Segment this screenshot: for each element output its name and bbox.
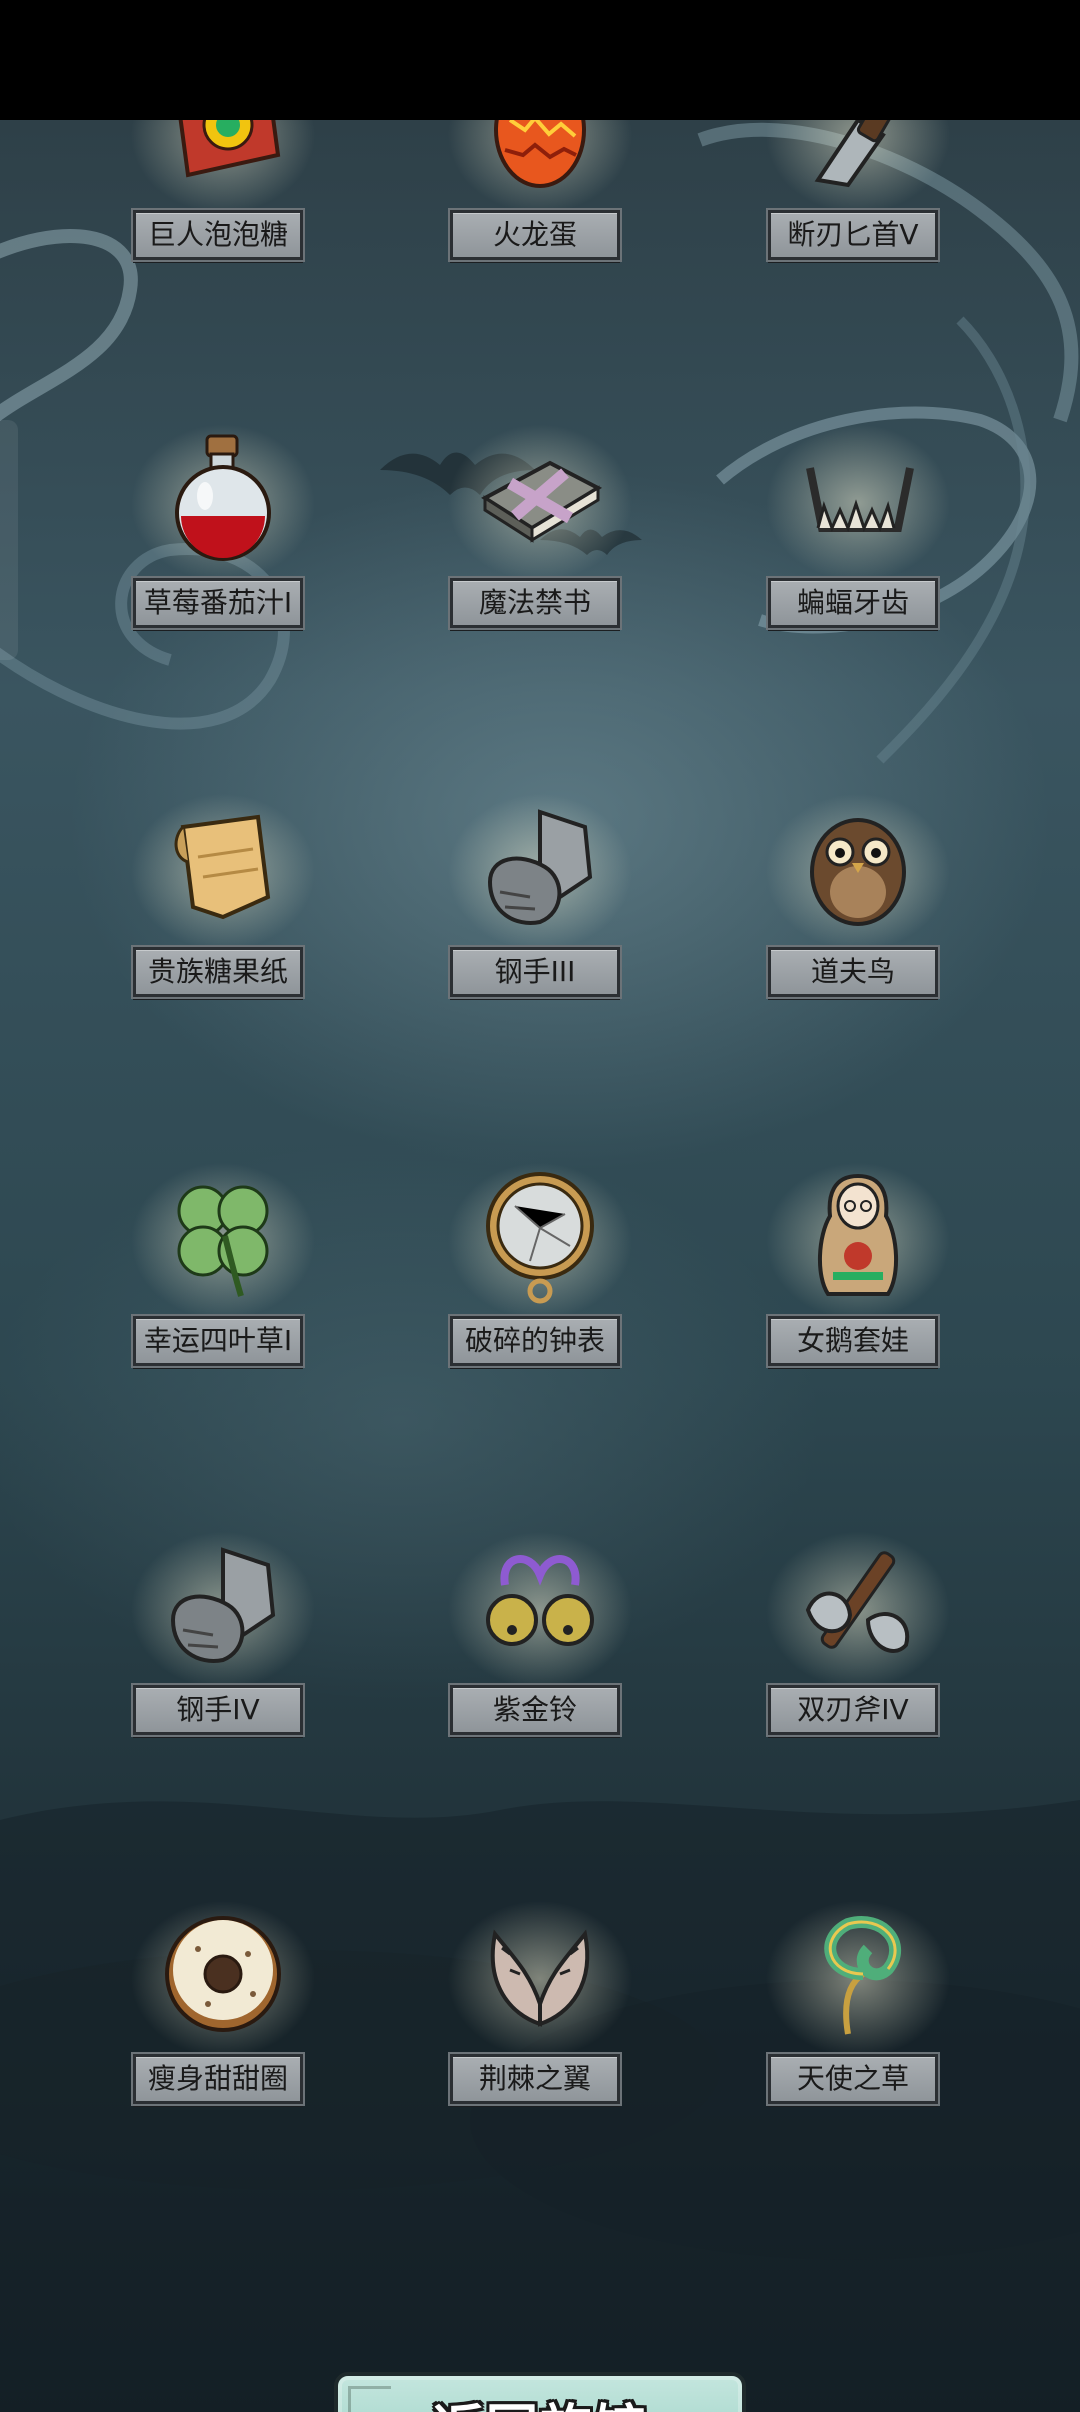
return-button-label: 返回旅馆 (338, 2376, 742, 2412)
broken-pocket-watch-icon (470, 1166, 610, 1306)
status-bar (0, 0, 1080, 120)
thorn-wings-icon (470, 1904, 610, 2044)
item-four-leaf-clover[interactable]: 幸运四叶草I (103, 1156, 343, 1386)
nesting-doll-icon (788, 1166, 928, 1306)
fire-dragon-egg-icon (470, 120, 610, 200)
item-double-axe[interactable]: 双刃斧IV (738, 1525, 978, 1755)
item-fire-dragon-egg[interactable]: 火龙蛋 (420, 120, 660, 280)
item-steel-gauntlet-iv[interactable]: 钢手IV (103, 1525, 343, 1755)
return-to-inn-button[interactable]: 返回旅馆 (334, 2372, 746, 2412)
item-label: 魔法禁书 (448, 576, 622, 630)
item-label: 幸运四叶草I (131, 1314, 305, 1368)
giant-bubblegum-icon (153, 120, 293, 200)
item-forbidden-book[interactable]: 魔法禁书 (420, 418, 660, 648)
item-label: 女鹅套娃 (766, 1314, 940, 1368)
item-broken-dagger[interactable]: 断刃匕首V (738, 120, 978, 280)
item-label: 破碎的钟表 (448, 1314, 622, 1368)
item-thorn-wings[interactable]: 荆棘之翼 (420, 1894, 660, 2124)
broken-dagger-icon (788, 120, 928, 200)
item-label: 钢手III (448, 945, 622, 999)
item-steel-gauntlet-iii[interactable]: 钢手III (420, 787, 660, 1017)
collection-scene[interactable]: 巨人泡泡糖 火龙蛋 断刃匕首V 草莓番茄汁I 魔法禁书 蝙蝠牙齿 贵族糖果纸 钢… (0, 120, 1080, 2412)
item-label: 天使之草 (766, 2052, 940, 2106)
item-label: 火龙蛋 (448, 208, 622, 262)
item-nesting-doll[interactable]: 女鹅套娃 (738, 1156, 978, 1386)
item-label: 钢手IV (131, 1683, 305, 1737)
angel-grass-icon (788, 1904, 928, 2044)
double-axe-icon (788, 1535, 928, 1675)
item-label: 贵族糖果纸 (131, 945, 305, 999)
button-corner-ornament (348, 2386, 391, 2412)
owl-icon (788, 797, 928, 937)
item-giant-bubblegum[interactable]: 巨人泡泡糖 (103, 120, 343, 280)
item-label: 紫金铃 (448, 1683, 622, 1737)
item-label: 断刃匕首V (766, 208, 940, 262)
red-potion-icon (153, 428, 293, 568)
item-owl[interactable]: 道夫鸟 (738, 787, 978, 1017)
item-label: 草莓番茄汁I (131, 576, 305, 630)
item-bat-teeth[interactable]: 蝙蝠牙齿 (738, 418, 978, 648)
steel-gauntlet-icon (470, 797, 610, 937)
item-label: 蝙蝠牙齿 (766, 576, 940, 630)
item-label: 荆棘之翼 (448, 2052, 622, 2106)
donut-icon (153, 1904, 293, 2044)
item-broken-pocket-watch[interactable]: 破碎的钟表 (420, 1156, 660, 1386)
item-label: 道夫鸟 (766, 945, 940, 999)
item-label: 双刃斧IV (766, 1683, 940, 1737)
steel-gauntlet-icon (153, 1535, 293, 1675)
item-angel-grass[interactable]: 天使之草 (738, 1894, 978, 2124)
item-label: 巨人泡泡糖 (131, 208, 305, 262)
four-leaf-clover-icon (153, 1166, 293, 1306)
side-drawer-handle[interactable] (0, 420, 18, 660)
candy-wrapper-icon (153, 797, 293, 937)
item-purple-gold-bells[interactable]: 紫金铃 (420, 1525, 660, 1755)
purple-gold-bells-icon (470, 1535, 610, 1675)
item-label: 瘦身甜甜圈 (131, 2052, 305, 2106)
item-candy-wrapper[interactable]: 贵族糖果纸 (103, 787, 343, 1017)
forbidden-book-icon (470, 428, 610, 568)
item-red-potion[interactable]: 草莓番茄汁I (103, 418, 343, 648)
item-donut[interactable]: 瘦身甜甜圈 (103, 1894, 343, 2124)
bat-teeth-icon (788, 428, 928, 568)
